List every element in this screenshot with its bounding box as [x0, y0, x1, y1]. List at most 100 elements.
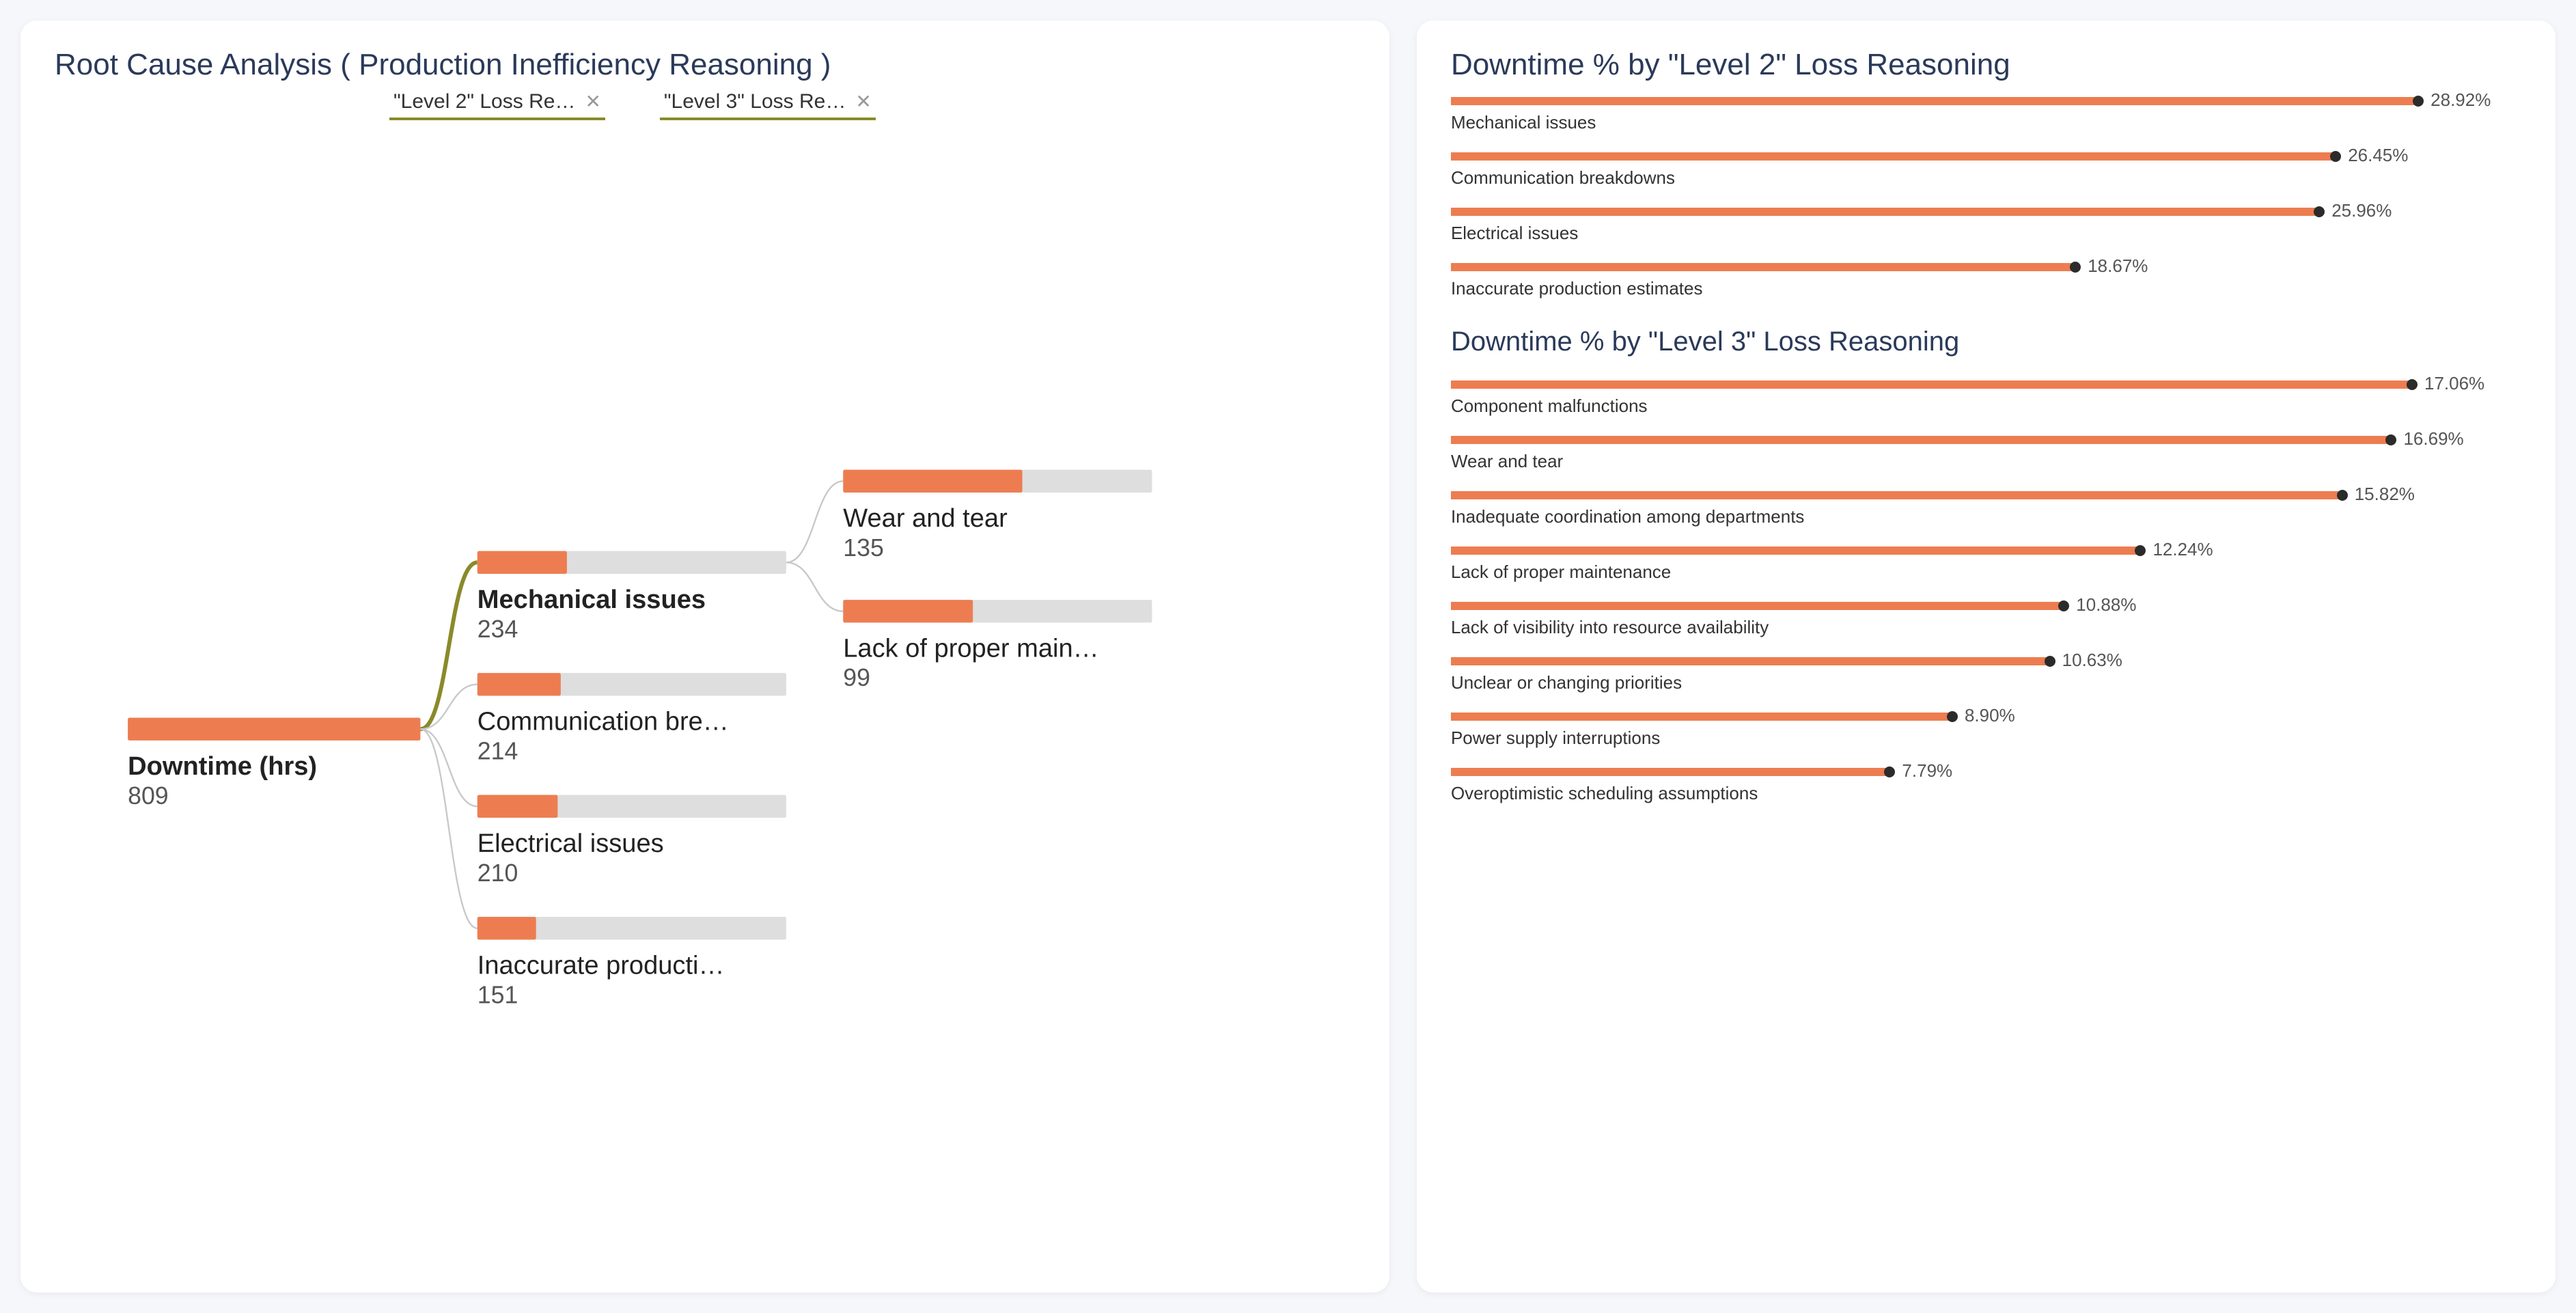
svg-text:210: 210 — [477, 859, 518, 887]
bar-dot — [2070, 262, 2081, 273]
svg-text:151: 151 — [477, 981, 518, 1008]
svg-text:Electrical issues: Electrical issues — [477, 829, 664, 858]
bar-fill — [1451, 436, 2392, 444]
bar-percent: 10.63% — [2062, 650, 2122, 671]
bar-fill — [1451, 208, 2319, 216]
bar-fill — [1451, 547, 2141, 555]
level3-bar-chart[interactable]: 17.06%Component malfunctions16.69%Wear a… — [1451, 371, 2521, 804]
bar-percent: 8.90% — [1965, 705, 2015, 726]
level2-bar-chart[interactable]: 28.92%Mechanical issues26.45%Communicati… — [1451, 87, 2521, 299]
breadcrumb: "Level 2" Loss Re… ✕ "Level 3" Loss Re… … — [389, 89, 1355, 120]
bar-fill — [1451, 97, 2418, 105]
bar-dot — [2385, 434, 2396, 445]
bar-track: 16.69% — [1451, 436, 2521, 444]
bar-track: 12.24% — [1451, 547, 2521, 555]
crumb-level3[interactable]: "Level 3" Loss Re… ✕ — [660, 89, 876, 120]
bar-track: 10.88% — [1451, 602, 2521, 610]
bar-row[interactable]: 17.06%Component malfunctions — [1451, 371, 2521, 417]
bar-label: Lack of visibility into resource availab… — [1451, 617, 2521, 638]
bar-dot — [2058, 600, 2069, 611]
root-cause-title: Root Cause Analysis ( Production Ineffic… — [55, 48, 1355, 82]
bar-percent: 15.82% — [2355, 484, 2415, 505]
bar-row[interactable]: 10.63%Unclear or changing priorities — [1451, 648, 2521, 693]
bar-label: Mechanical issues — [1451, 112, 2521, 133]
svg-text:809: 809 — [128, 782, 169, 810]
bar-label: Unclear or changing priorities — [1451, 672, 2521, 693]
bar-label: Inaccurate production estimates — [1451, 278, 2521, 299]
bar-fill — [1451, 263, 2075, 271]
downtime-breakdown-card: Downtime % by "Level 2" Loss Reasoning 2… — [1417, 20, 2556, 1293]
bar-row[interactable]: 8.90%Power supply interruptions — [1451, 703, 2521, 749]
bar-row[interactable]: 10.88%Lack of visibility into resource a… — [1451, 592, 2521, 638]
bar-fill — [1451, 491, 2342, 499]
bar-track: 28.92% — [1451, 97, 2521, 105]
svg-text:Lack of proper main…: Lack of proper main… — [843, 634, 1098, 663]
bar-track: 17.06% — [1451, 381, 2521, 389]
svg-text:Inaccurate producti…: Inaccurate producti… — [477, 951, 725, 980]
bar-label: Component malfunctions — [1451, 396, 2521, 417]
bar-label: Communication breakdowns — [1451, 167, 2521, 189]
bar-fill — [1451, 381, 2412, 389]
svg-text:214: 214 — [477, 737, 518, 764]
bar-row[interactable]: 26.45%Communication breakdowns — [1451, 143, 2521, 189]
bar-dot — [2337, 490, 2348, 501]
bar-fill — [1451, 768, 1889, 776]
bar-row[interactable]: 15.82%Inadequate coordination among depa… — [1451, 482, 2521, 527]
bar-row[interactable]: 28.92% Mechanical issues — [1451, 87, 2521, 133]
bar-fill — [1451, 657, 2050, 665]
crumb-level2[interactable]: "Level 2" Loss Re… ✕ — [389, 89, 605, 120]
decomposition-tree[interactable]: Downtime (hrs)809 Mechanical issues234 Com… — [55, 120, 1355, 1258]
svg-text:99: 99 — [843, 664, 870, 691]
level3-chart-title: Downtime % by "Level 3" Loss Reasoning — [1451, 327, 2521, 357]
bar-row[interactable]: 16.69%Wear and tear — [1451, 426, 2521, 472]
bar-fill — [1451, 152, 2336, 161]
bar-label: Electrical issues — [1451, 223, 2521, 244]
bar-row[interactable]: 25.96%Electrical issues — [1451, 198, 2521, 244]
bar-label: Lack of proper maintenance — [1451, 562, 2521, 583]
bar-track: 15.82% — [1451, 491, 2521, 499]
close-icon[interactable]: ✕ — [585, 92, 600, 111]
bar-percent: 17.06% — [2424, 373, 2484, 394]
bar-percent: 7.79% — [1902, 760, 1952, 782]
bar-track: 25.96% — [1451, 208, 2521, 216]
bar-dot — [2413, 96, 2424, 107]
bar-dot — [2314, 206, 2325, 217]
crumb-label: "Level 3" Loss Re… — [664, 90, 846, 113]
bar-percent: 10.88% — [2076, 594, 2136, 616]
bar-row[interactable]: 12.24%Lack of proper maintenance — [1451, 537, 2521, 583]
bar-percent: 25.96% — [2331, 200, 2392, 221]
bar-track: 7.79% — [1451, 768, 2521, 776]
bar-track: 8.90% — [1451, 713, 2521, 721]
bar-dot — [2045, 656, 2055, 667]
bar-label: Wear and tear — [1451, 451, 2521, 472]
page: Root Cause Analysis ( Production Ineffic… — [0, 0, 2576, 1313]
root-cause-card: Root Cause Analysis ( Production Ineffic… — [20, 20, 1389, 1293]
bar-row[interactable]: 7.79%Overoptimistic scheduling assumptio… — [1451, 758, 2521, 804]
svg-text:Wear and tear: Wear and tear — [843, 504, 1008, 533]
bar-fill — [1451, 713, 1952, 721]
bar-label: Power supply interruptions — [1451, 728, 2521, 749]
bar-dot — [1947, 711, 1958, 722]
bar-percent: 12.24% — [2152, 539, 2213, 560]
crumb-label: "Level 2" Loss Re… — [393, 90, 575, 113]
bar-label: Inadequate coordination among department… — [1451, 506, 2521, 527]
level2-chart-title: Downtime % by "Level 2" Loss Reasoning — [1451, 48, 2521, 82]
bar-percent: 26.45% — [2348, 145, 2408, 166]
bar-track: 10.63% — [1451, 657, 2521, 665]
bar-track: 18.67% — [1451, 263, 2521, 271]
bar-dot — [2330, 151, 2341, 162]
svg-text:Mechanical issues: Mechanical issues — [477, 585, 706, 614]
bar-fill — [1451, 602, 2064, 610]
bar-percent: 18.67% — [2088, 255, 2148, 277]
bar-dot — [1884, 766, 1895, 777]
bar-dot — [2135, 545, 2146, 556]
svg-text:135: 135 — [843, 534, 884, 562]
bar-track: 26.45% — [1451, 152, 2521, 161]
svg-text:234: 234 — [477, 616, 518, 643]
close-icon[interactable]: ✕ — [855, 92, 871, 111]
svg-text:Downtime (hrs): Downtime (hrs) — [128, 752, 317, 781]
bar-row[interactable]: 18.67%Inaccurate production estimates — [1451, 253, 2521, 299]
svg-text:Communication bre…: Communication bre… — [477, 707, 729, 736]
bar-label: Overoptimistic scheduling assumptions — [1451, 783, 2521, 804]
bar-percent: 16.69% — [2403, 428, 2463, 450]
